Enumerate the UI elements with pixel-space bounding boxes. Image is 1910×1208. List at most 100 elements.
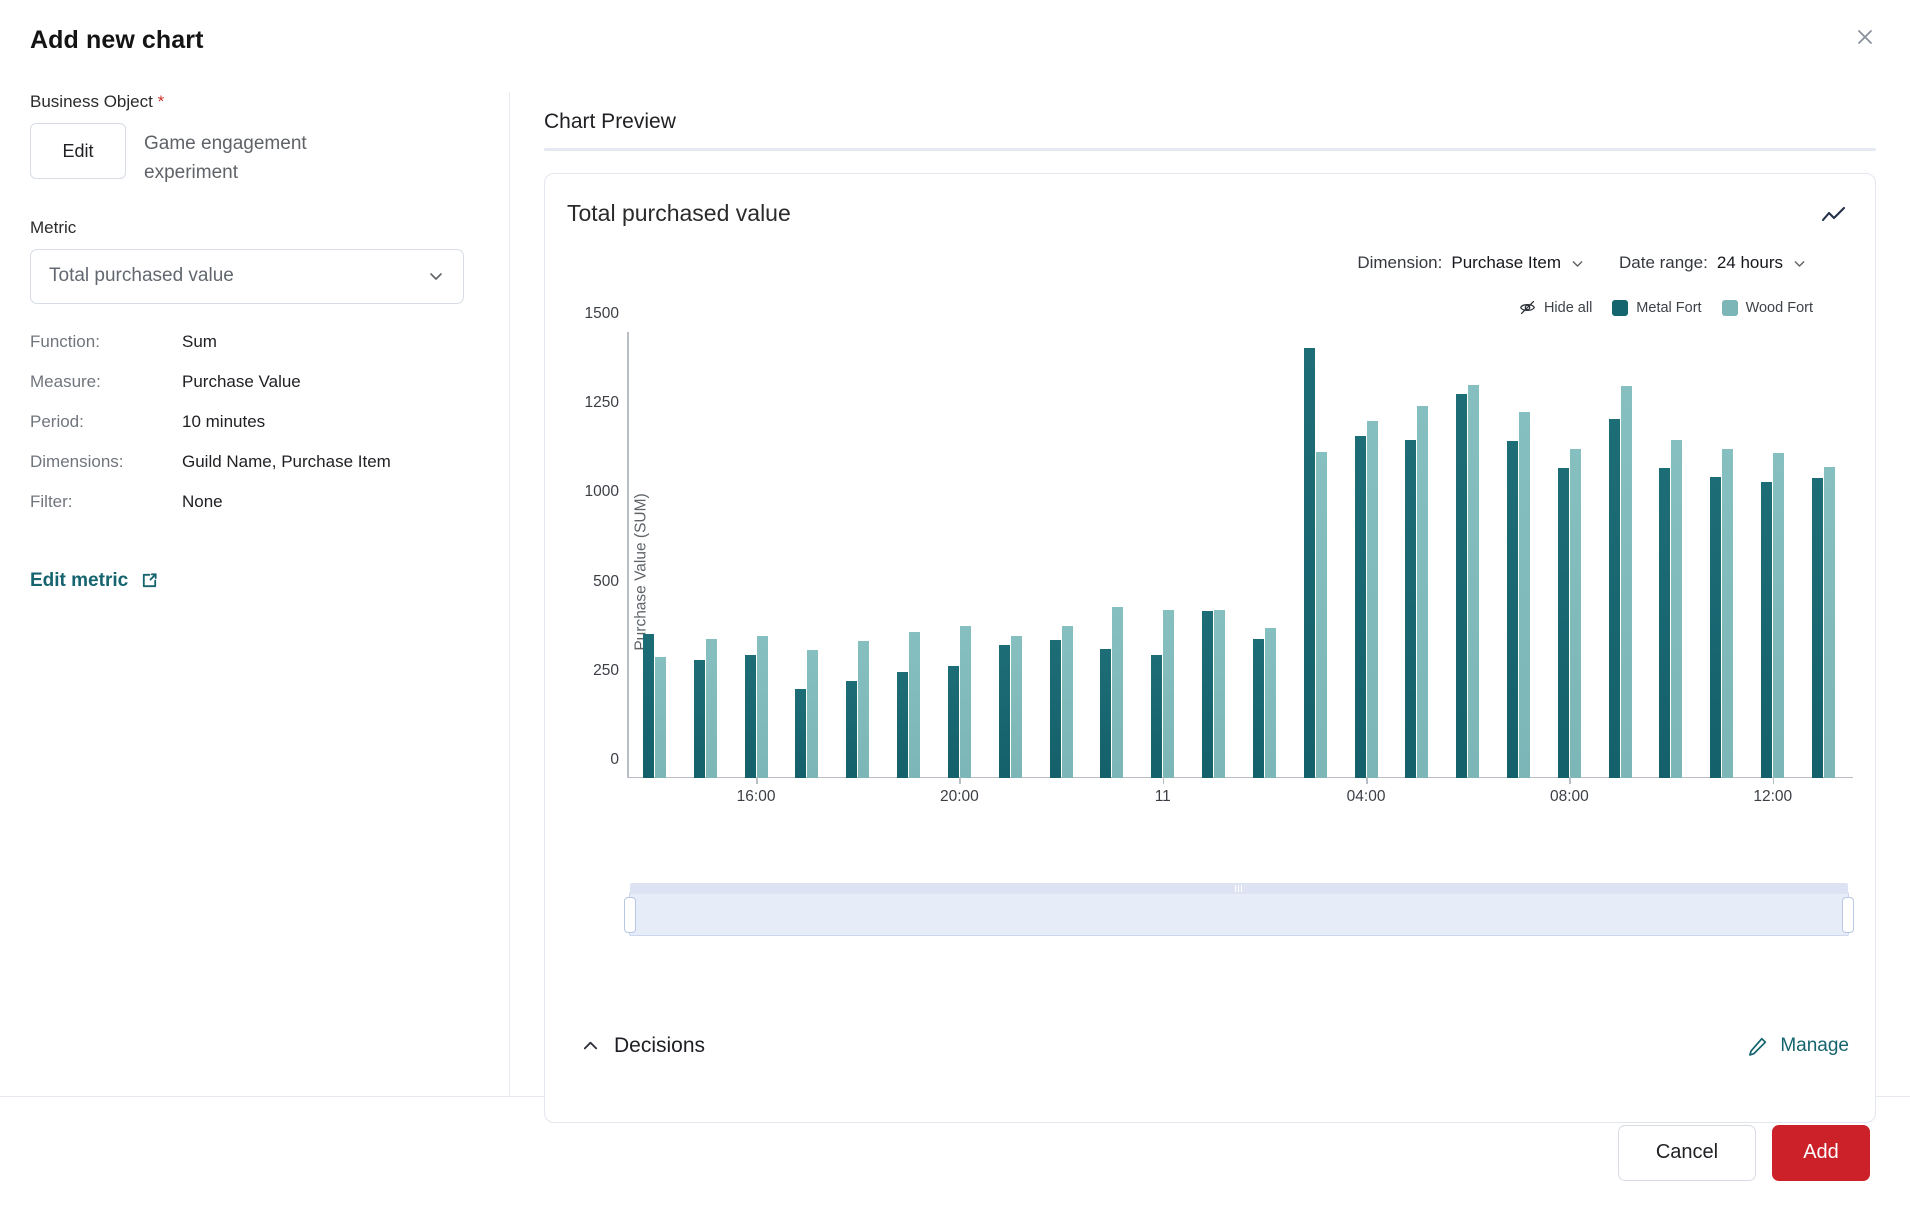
bar-wood-fort[interactable] <box>1214 610 1225 778</box>
bar-metal-fort[interactable] <box>1253 639 1264 778</box>
bar-wood-fort[interactable] <box>1570 449 1581 778</box>
bar-wood-fort[interactable] <box>909 632 920 778</box>
legend-label: Metal Fort <box>1636 300 1701 316</box>
bar-group[interactable] <box>1544 332 1595 778</box>
bar-group[interactable] <box>1188 332 1239 778</box>
bar-metal-fort[interactable] <box>1558 468 1569 778</box>
dialog-header: Add new chart <box>0 0 1910 92</box>
bar-metal-fort[interactable] <box>846 681 857 778</box>
bar-group[interactable] <box>1137 332 1188 778</box>
line-chart-icon[interactable] <box>1821 200 1853 231</box>
bar-metal-fort[interactable] <box>999 645 1010 778</box>
bar-metal-fort[interactable] <box>1609 419 1620 778</box>
bar-metal-fort[interactable] <box>1761 482 1772 778</box>
bar-group[interactable] <box>832 332 883 778</box>
bar-wood-fort[interactable] <box>1621 386 1632 778</box>
bar-group[interactable] <box>985 332 1036 778</box>
bar-metal-fort[interactable] <box>1507 441 1518 778</box>
bar-metal-fort[interactable] <box>897 672 908 778</box>
brush-handle-left[interactable] <box>624 897 636 933</box>
bar-group[interactable] <box>1290 332 1341 778</box>
bar-metal-fort[interactable] <box>1202 611 1213 778</box>
decisions-toggle[interactable]: Decisions <box>581 1034 705 1058</box>
bar-wood-fort[interactable] <box>1417 406 1428 778</box>
bar-wood-fort[interactable] <box>1519 412 1530 778</box>
bar-group[interactable] <box>1646 332 1697 778</box>
dimension-selector[interactable]: Dimension: Purchase Item <box>1357 253 1585 273</box>
bar-wood-fort[interactable] <box>1773 453 1784 778</box>
legend-label: Wood Fort <box>1746 300 1813 316</box>
edit-metric-link[interactable]: Edit metric <box>30 570 159 592</box>
legend-item-metal-fort[interactable]: Metal Fort <box>1612 300 1701 316</box>
bar-wood-fort[interactable] <box>858 641 869 778</box>
bar-metal-fort[interactable] <box>1050 640 1061 778</box>
bar-wood-fort[interactable] <box>1112 607 1123 778</box>
bar-metal-fort[interactable] <box>694 660 705 778</box>
preview-heading: Chart Preview <box>544 92 1876 148</box>
bar-metal-fort[interactable] <box>948 666 959 778</box>
bar-wood-fort[interactable] <box>757 636 768 778</box>
bar-group[interactable] <box>1341 332 1392 778</box>
bar-wood-fort[interactable] <box>1062 626 1073 778</box>
bar-wood-fort[interactable] <box>1163 610 1174 778</box>
bar-group[interactable] <box>1391 332 1442 778</box>
bar-metal-fort[interactable] <box>1456 394 1467 778</box>
bar-wood-fort[interactable] <box>1367 421 1378 779</box>
bar-group[interactable] <box>680 332 731 778</box>
bar-group[interactable] <box>1696 332 1747 778</box>
bar-group[interactable] <box>1747 332 1798 778</box>
bar-group[interactable] <box>1239 332 1290 778</box>
chart-controls: Dimension: Purchase Item Date range: 24 … <box>567 253 1853 273</box>
manage-button[interactable]: Manage <box>1747 1035 1849 1057</box>
add-button[interactable]: Add <box>1772 1125 1870 1181</box>
close-icon[interactable] <box>1848 20 1882 54</box>
bar-wood-fort[interactable] <box>807 650 818 778</box>
bar-group[interactable] <box>781 332 832 778</box>
bar-wood-fort[interactable] <box>706 639 717 778</box>
time-range-brush[interactable] <box>629 892 1849 936</box>
bar-wood-fort[interactable] <box>655 657 666 778</box>
brush-handle-right[interactable] <box>1842 897 1854 933</box>
bar-metal-fort[interactable] <box>1659 468 1670 778</box>
date-range-selector[interactable]: Date range: 24 hours <box>1619 253 1807 273</box>
legend-item-wood-fort[interactable]: Wood Fort <box>1722 300 1813 316</box>
bar-metal-fort[interactable] <box>1812 478 1823 778</box>
bar-group[interactable] <box>1493 332 1544 778</box>
detail-value: Purchase Value <box>182 372 301 392</box>
bar-wood-fort[interactable] <box>1265 628 1276 778</box>
cancel-button[interactable]: Cancel <box>1618 1125 1756 1181</box>
detail-key: Filter: <box>30 492 182 512</box>
bar-wood-fort[interactable] <box>1824 467 1835 778</box>
bar-group[interactable] <box>629 332 680 778</box>
bar-metal-fort[interactable] <box>1710 477 1721 778</box>
bar-metal-fort[interactable] <box>1100 649 1111 778</box>
bar-group[interactable] <box>1442 332 1493 778</box>
bar-metal-fort[interactable] <box>1355 436 1366 778</box>
bar-wood-fort[interactable] <box>1316 452 1327 778</box>
metric-detail-row: Filter: None <box>30 492 475 512</box>
bar-series-container <box>629 332 1849 778</box>
bar-metal-fort[interactable] <box>1151 655 1162 778</box>
bar-group[interactable] <box>731 332 782 778</box>
bar-group[interactable] <box>1595 332 1646 778</box>
bar-group[interactable] <box>1036 332 1087 778</box>
bar-group[interactable] <box>1086 332 1137 778</box>
bar-wood-fort[interactable] <box>1671 440 1682 778</box>
bar-metal-fort[interactable] <box>643 634 654 779</box>
edit-business-object-button[interactable]: Edit <box>30 123 126 179</box>
bar-metal-fort[interactable] <box>1405 440 1416 778</box>
bar-wood-fort[interactable] <box>1011 636 1022 778</box>
bar-wood-fort[interactable] <box>1722 449 1733 778</box>
x-axis-tick-mark <box>1773 777 1775 784</box>
metric-select[interactable]: Total purchased value <box>30 249 464 304</box>
bar-group[interactable] <box>883 332 934 778</box>
bar-wood-fort[interactable] <box>960 626 971 778</box>
bar-group[interactable] <box>934 332 985 778</box>
chart-plot: Purchase Value (SUM) 0250500100012501500… <box>567 332 1853 812</box>
bar-metal-fort[interactable] <box>795 689 806 778</box>
legend-hide-all[interactable]: Hide all <box>1519 299 1592 316</box>
bar-group[interactable] <box>1798 332 1849 778</box>
bar-metal-fort[interactable] <box>1304 348 1315 778</box>
bar-wood-fort[interactable] <box>1468 385 1479 778</box>
bar-metal-fort[interactable] <box>745 655 756 778</box>
